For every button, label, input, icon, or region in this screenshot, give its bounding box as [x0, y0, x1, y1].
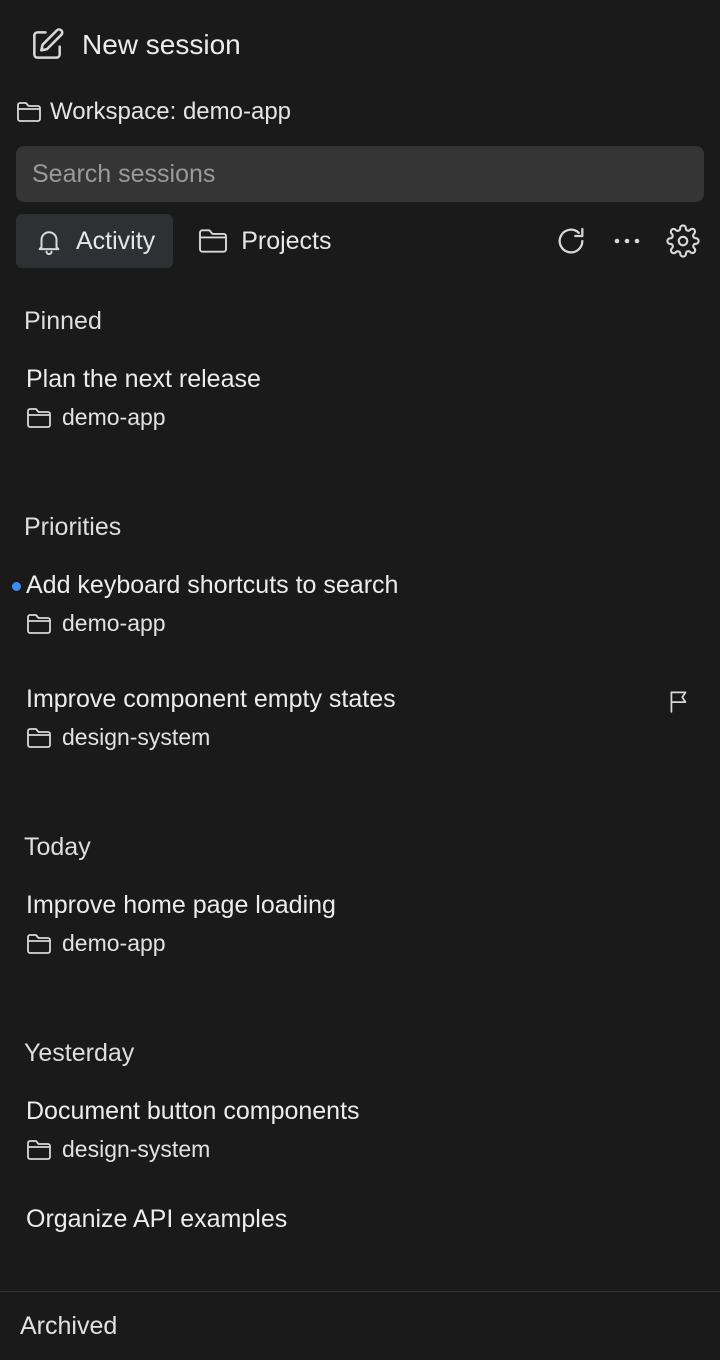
- session-title: Organize API examples: [26, 1205, 288, 1233]
- tab-projects[interactable]: Projects: [179, 214, 349, 268]
- tab-activity[interactable]: Activity: [16, 214, 174, 268]
- session-item[interactable]: Improve component empty states design-sy…: [0, 672, 720, 786]
- session-project: demo-app: [26, 610, 694, 637]
- section-title-yesterday: Yesterday: [24, 1038, 135, 1067]
- session-item[interactable]: Improve home page loading demo-app: [0, 878, 720, 992]
- tab-activity-label: Activity: [76, 226, 156, 255]
- section-title-pinned: Pinned: [24, 306, 102, 335]
- flag-icon[interactable]: [664, 686, 694, 716]
- session-list: Pinned Plan the next release demo-app Pr…: [0, 290, 720, 1300]
- search-input[interactable]: [16, 146, 704, 202]
- settings-button[interactable]: [660, 218, 706, 264]
- folder-icon: [26, 407, 52, 429]
- session-title: Plan the next release: [26, 365, 261, 393]
- unread-dot: [12, 582, 21, 591]
- session-title: Add keyboard shortcuts to search: [26, 571, 399, 599]
- folder-icon: [26, 933, 52, 955]
- toolbar: [548, 218, 706, 264]
- view-tabs: Activity Projects: [16, 214, 350, 268]
- session-title: Improve component empty states: [26, 685, 396, 713]
- folder-icon: [26, 613, 52, 635]
- more-button[interactable]: [604, 218, 650, 264]
- edit-icon: [28, 26, 66, 64]
- session-item[interactable]: Add keyboard shortcuts to search demo-ap…: [0, 558, 720, 672]
- session-title: Improve home page loading: [26, 891, 336, 919]
- refresh-icon: [554, 224, 588, 258]
- session-project: demo-app: [26, 404, 694, 431]
- session-item[interactable]: Document button components design-system: [0, 1084, 720, 1192]
- folder-icon: [26, 727, 52, 749]
- refresh-button[interactable]: [548, 218, 594, 264]
- folder-icon: [16, 101, 42, 123]
- session-project-label: demo-app: [62, 404, 166, 430]
- session-title: Document button components: [26, 1097, 360, 1125]
- workspace-label: Workspace: demo-app: [50, 98, 292, 125]
- session-project-label: design-system: [62, 1136, 211, 1162]
- session-project: design-system: [26, 1136, 694, 1163]
- archived-button[interactable]: Archived: [0, 1291, 720, 1360]
- session-item[interactable]: Organize API examples: [0, 1192, 720, 1300]
- session-project-label: demo-app: [62, 930, 166, 956]
- section-title-priorities: Priorities: [24, 512, 122, 541]
- workspace-indicator[interactable]: Workspace: demo-app: [16, 95, 291, 129]
- folder-icon: [197, 228, 229, 254]
- session-project: demo-app: [26, 930, 694, 957]
- settings-icon: [666, 224, 700, 258]
- session-project: design-system: [26, 724, 694, 751]
- more-icon: [612, 237, 642, 245]
- new-session-label: New session: [82, 29, 241, 60]
- folder-icon: [26, 1139, 52, 1161]
- new-session-button[interactable]: New session: [28, 22, 241, 68]
- session-item[interactable]: Plan the next release demo-app: [0, 352, 720, 466]
- session-project-label: demo-app: [62, 610, 166, 636]
- tab-projects-label: Projects: [241, 226, 332, 255]
- sessions-sidebar: New session Workspace: demo-app Activity: [0, 0, 720, 1360]
- section-title-today: Today: [24, 832, 91, 861]
- bell-icon: [34, 226, 64, 256]
- session-project-label: design-system: [62, 724, 211, 750]
